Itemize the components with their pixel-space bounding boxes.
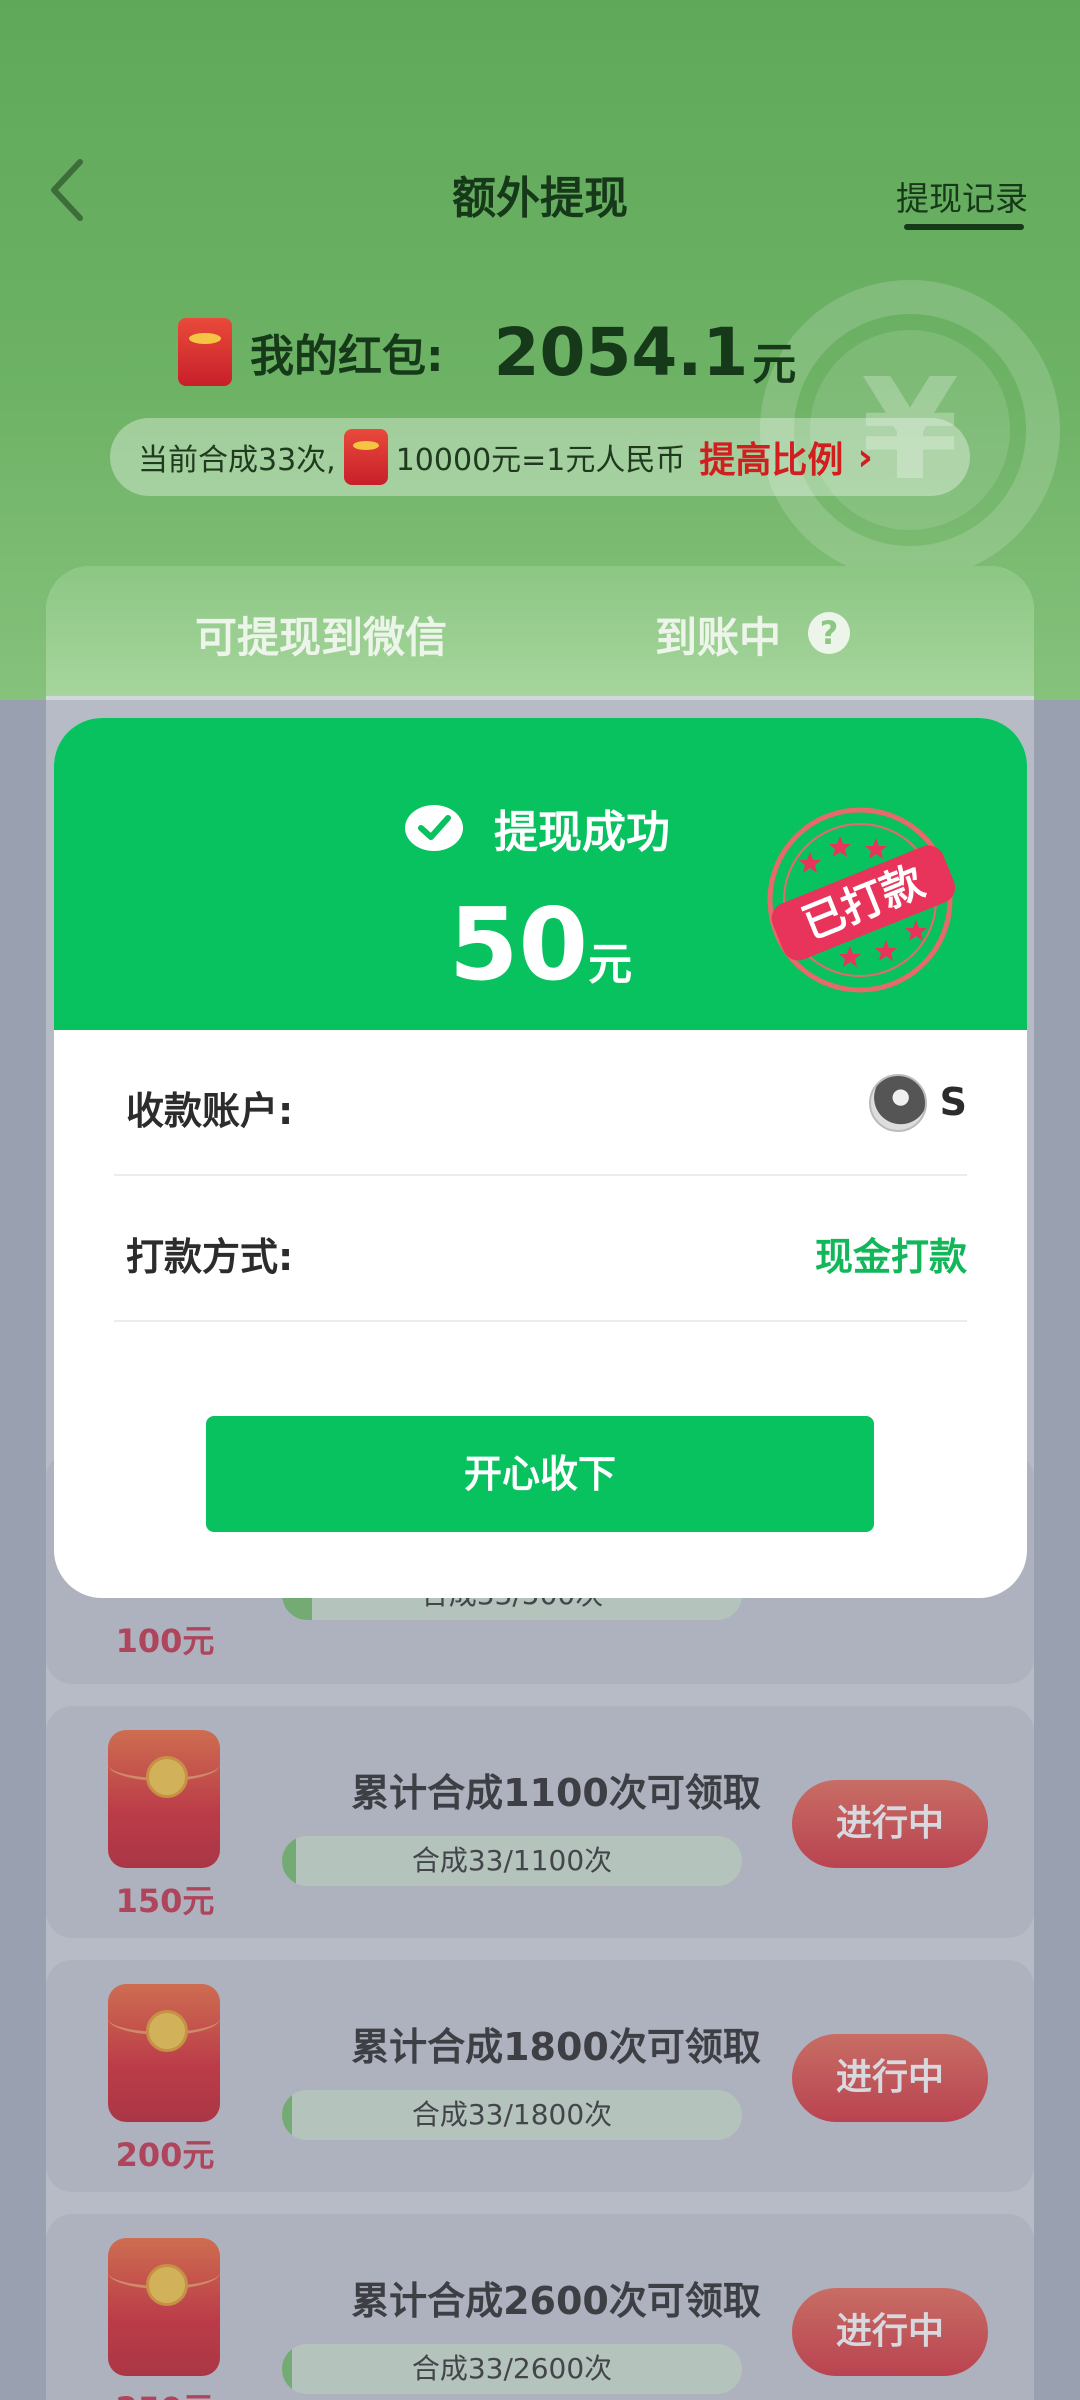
balance-row: 我的红包: 2054.1 元 — [178, 312, 796, 392]
account-name: S — [939, 1080, 967, 1124]
paid-stamp: 已打款 — [767, 807, 956, 993]
tab-withdrawable-wechat[interactable]: 可提现到微信 — [195, 604, 447, 665]
withdraw-record-link[interactable]: 提现记录 — [896, 172, 1028, 220]
withdraw-amount-unit: 元 — [588, 939, 633, 990]
check-icon — [405, 805, 463, 851]
chevron-right-icon[interactable]: › — [857, 435, 873, 479]
balance-value: 2054.1 — [493, 313, 749, 391]
withdraw-success-dialog: 提现成功 50元 已打款 收款账户: S 打款方式: 现金打款 开心收下 — [54, 718, 1027, 1598]
exchange-rate-bar: 当前合成33次, 10000元=1元人民币 提高比例 › — [110, 418, 970, 496]
rate-text-value: 10000元=1元人民币 — [395, 443, 686, 478]
red-packet-icon — [343, 429, 388, 485]
help-icon[interactable]: ? — [808, 612, 850, 654]
red-packet-icon — [178, 318, 232, 386]
success-row: 提现成功 — [404, 796, 670, 860]
accept-button[interactable]: 开心收下 — [206, 1416, 874, 1532]
payment-method-row: 打款方式: 现金打款 — [114, 1176, 967, 1322]
payment-method-label: 打款方式: — [126, 1235, 294, 1279]
balance-label: 我的红包: — [250, 331, 444, 382]
payment-method-value: 现金打款 — [814, 1235, 967, 1279]
rate-text-prefix: 当前合成33次, — [138, 443, 336, 478]
account-label: 收款账户: — [126, 1089, 294, 1133]
record-link-underline — [904, 224, 1024, 230]
withdraw-amount-value: 50 — [448, 886, 589, 1003]
increase-rate-button[interactable]: 提高比例 — [699, 431, 843, 483]
account-row: 收款账户: S — [114, 1030, 967, 1176]
balance-unit: 元 — [752, 339, 797, 390]
success-text: 提现成功 — [494, 807, 670, 858]
avatar — [869, 1074, 927, 1132]
tab-in-transit[interactable]: 到账中 — [655, 604, 781, 665]
dialog-header: 提现成功 50元 已打款 — [54, 718, 1027, 1030]
